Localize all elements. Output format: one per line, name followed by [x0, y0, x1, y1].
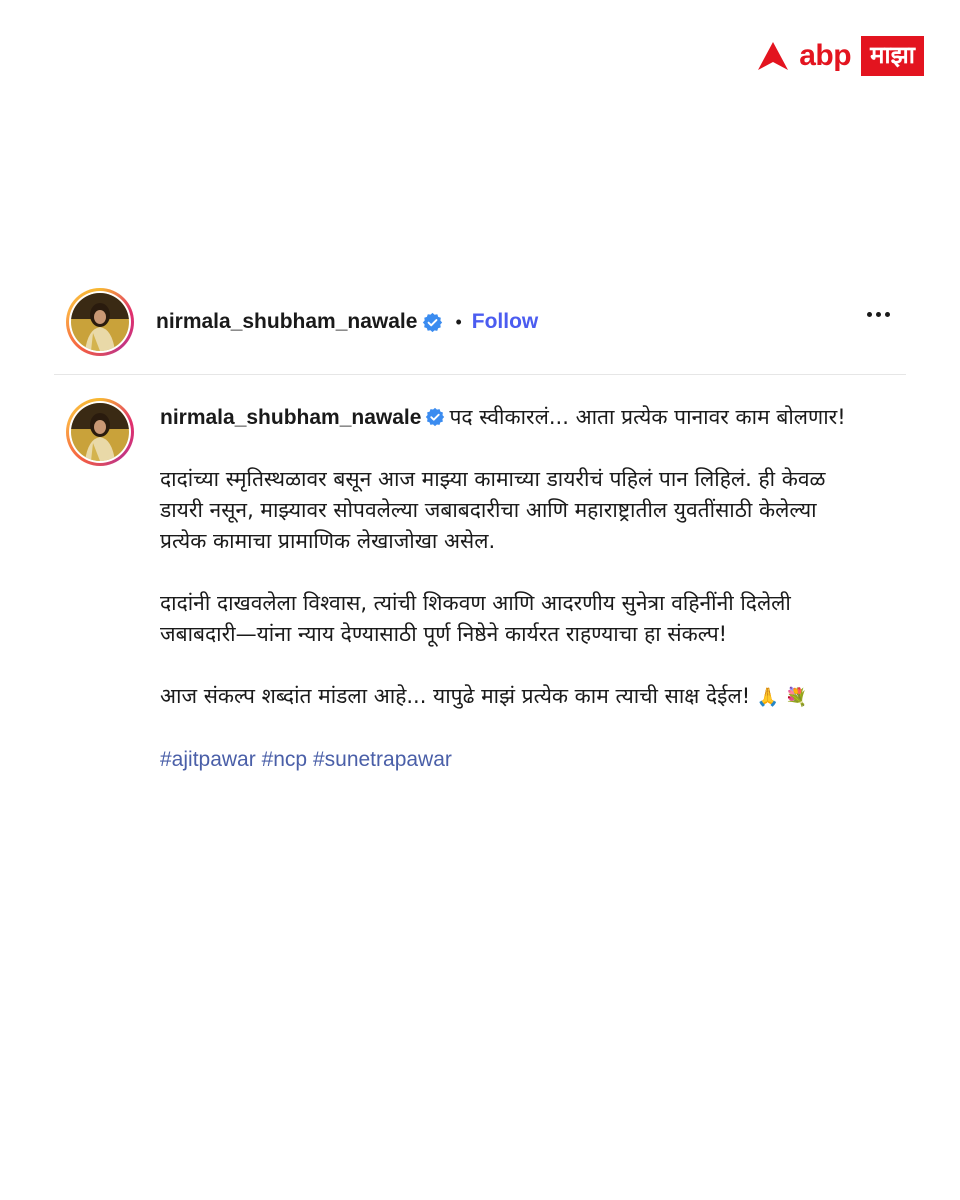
- caption-paragraph-4: आज संकल्प शब्दांत मांडला आहे... यापुढे म…: [160, 681, 860, 713]
- pray-bouquet-emoji-icon: 🙏 💐: [756, 687, 808, 708]
- avatar[interactable]: [66, 288, 134, 356]
- abp-wordmark: abp: [799, 39, 852, 72]
- caption-first-line: पद स्वीकारलं... आता प्रत्येक पानावर काम …: [449, 405, 846, 429]
- caption-paragraph-4-text: आज संकल्प शब्दांत मांडला आहे... यापुढे म…: [160, 684, 751, 708]
- caption-paragraph-3: दादांनी दाखवलेला विश्वास, त्यांची शिकवण …: [160, 591, 791, 646]
- majha-wordmark: माझा: [861, 36, 924, 76]
- caption-avatar[interactable]: [66, 398, 134, 466]
- hashtag-ncp[interactable]: #ncp: [262, 748, 308, 771]
- caption-first-paragraph: nirmala_shubham_nawale पद स्वीकारलं... आत…: [160, 402, 860, 433]
- header-divider: [54, 374, 906, 375]
- caption-verified-badge-icon: [426, 407, 445, 427]
- caption-username[interactable]: nirmala_shubham_nawale: [160, 406, 421, 429]
- abp-triangle-icon: [758, 42, 789, 70]
- hashtag-ajitpawar[interactable]: #ajitpawar: [160, 748, 256, 771]
- more-options-icon[interactable]: [867, 312, 890, 317]
- abp-majha-logo: abp माझा: [757, 36, 924, 76]
- caption-paragraph-2: दादांच्या स्मृतिस्थळावर बसून आज माझ्या क…: [160, 467, 826, 553]
- hashtags: #ajitpawar #ncp #sunetrapawar: [160, 744, 860, 775]
- post-header: nirmala_shubham_nawale • Follow: [66, 288, 896, 356]
- follow-button[interactable]: Follow: [472, 310, 539, 334]
- caption-avatar-photo: [71, 403, 129, 461]
- separator-dot: •: [455, 311, 462, 332]
- hashtag-sunetrapawar[interactable]: #sunetrapawar: [313, 748, 452, 771]
- post-caption: nirmala_shubham_nawale पद स्वीकारलं... आत…: [160, 402, 860, 775]
- verified-badge-icon: [423, 312, 443, 332]
- username[interactable]: nirmala_shubham_nawale: [156, 310, 417, 334]
- avatar-photo: [71, 293, 129, 351]
